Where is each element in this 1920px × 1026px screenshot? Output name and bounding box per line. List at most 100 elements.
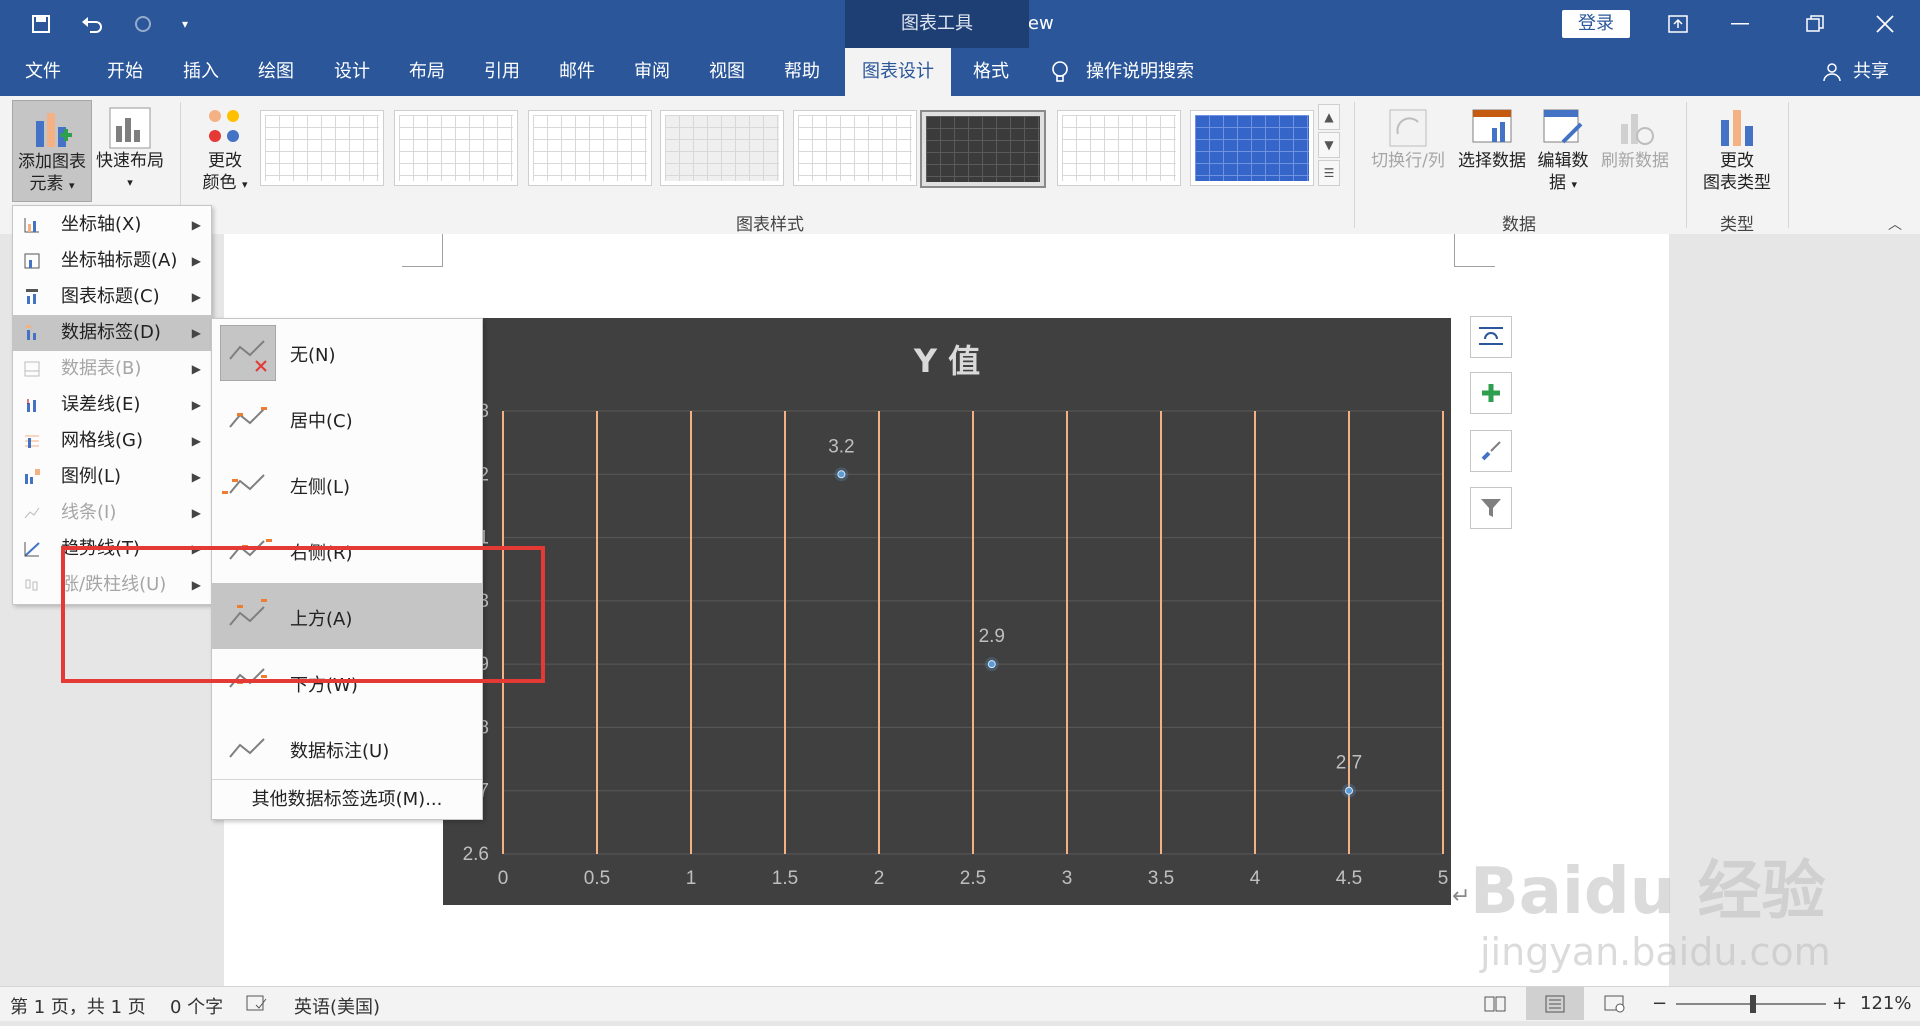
menu-item-data-table[interactable]: 数据表(B) ▶ — [13, 351, 211, 387]
x-tick-label: 4 — [1250, 868, 1261, 889]
menu-item-error-bars[interactable]: 误差线(E) ▶ — [13, 387, 211, 423]
data-point — [837, 470, 846, 479]
refresh-data-button[interactable]: 刷新数据 — [1596, 100, 1674, 200]
data-table-icon — [24, 361, 40, 377]
quick-layout-button[interactable]: 快速布局 ▾ — [94, 100, 166, 200]
language-indicator[interactable]: 英语(美国) — [294, 993, 380, 1019]
zoom-level[interactable]: 121% — [1860, 993, 1911, 1014]
dropdown-caret-icon: ▾ — [1571, 178, 1577, 191]
edit-data-button[interactable]: 编辑数 据 ▾ — [1530, 100, 1596, 200]
collapse-ribbon-icon[interactable]: ︿ — [1888, 214, 1902, 234]
type-group-label: 类型 — [1720, 215, 1754, 235]
labels-center-icon — [229, 407, 267, 428]
restore-icon[interactable] — [1785, 0, 1845, 48]
data-labels-left[interactable]: 左侧(L) — [212, 451, 482, 517]
chart-style-1[interactable] — [260, 110, 384, 186]
chart-title-icon — [26, 289, 38, 304]
change-chart-type-button[interactable]: 更改 图表类型 — [1696, 100, 1778, 200]
zoom-slider-thumb[interactable] — [1750, 995, 1756, 1013]
word-count[interactable]: 0 个字 — [170, 993, 223, 1019]
switch-row-column-button[interactable]: 切换行/列 — [1368, 100, 1448, 200]
menu-item-axes[interactable]: 坐标轴(X) ▶ — [13, 207, 211, 243]
select-data-button[interactable]: 选择数据 — [1454, 100, 1530, 200]
menu-item-axis-titles[interactable]: 坐标轴标题(A) ▶ — [13, 243, 211, 279]
ribbon-separator — [1354, 102, 1355, 228]
refresh-data-icon — [1613, 106, 1657, 150]
data-labels-center[interactable]: 居中(C) — [212, 385, 482, 451]
tab-chart-design[interactable]: 图表设计 — [845, 48, 951, 96]
chart-style-3[interactable] — [528, 110, 652, 186]
login-button[interactable]: 登录 — [1562, 10, 1630, 38]
tab-help[interactable]: 帮助 — [769, 48, 835, 96]
x-tick-label: 1.5 — [772, 868, 798, 889]
submenu-arrow-icon: ▶ — [191, 434, 201, 448]
submenu-arrow-icon: ▶ — [191, 254, 201, 268]
add-chart-element-button[interactable]: 添加图表 元素 ▾ — [12, 100, 92, 202]
chart-style-7[interactable] — [1057, 110, 1181, 186]
print-layout-icon[interactable] — [1526, 987, 1584, 1020]
web-layout-icon[interactable] — [1604, 995, 1626, 1018]
baidu-watermark-url: jingyan.baidu.com — [1480, 930, 1831, 974]
zoom-in-button[interactable]: + — [1832, 993, 1847, 1014]
ribbon-separator — [1788, 102, 1789, 228]
chart-filter-icon[interactable] — [1470, 487, 1512, 529]
chart[interactable]: Y 值 2.62.72.82.933.13.23.300.511.522.533… — [443, 318, 1451, 905]
title-bar: ▾ 文档1 - Word Preview 图表工具 登录 — [0, 0, 1920, 48]
chart-style-5[interactable] — [793, 110, 917, 186]
tab-insert[interactable]: 插入 — [168, 48, 234, 96]
data-labels-none[interactable]: 无(N) — [212, 319, 482, 385]
labels-left-icon — [222, 474, 265, 494]
menu-item-legend[interactable]: 图例(L) ▶ — [13, 459, 211, 495]
chart-styles-group-label: 图表样式 — [736, 215, 804, 235]
more-data-label-options[interactable]: 其他数据标签选项(M)... — [212, 779, 482, 820]
menu-item-chart-title[interactable]: 图表标题(C) ▶ — [13, 279, 211, 315]
layout-options-icon[interactable] — [1470, 316, 1512, 358]
tab-draw[interactable]: 绘图 — [243, 48, 309, 96]
gallery-scroll-up-icon[interactable]: ▲ — [1318, 104, 1340, 130]
status-bar: 第 1 页，共 1 页 0 个字 英语(美国) − + 121% — [0, 986, 1920, 1021]
close-icon[interactable] — [1855, 0, 1915, 48]
tab-review[interactable]: 审阅 — [619, 48, 685, 96]
read-mode-icon[interactable] — [1484, 995, 1506, 1018]
tell-me-search[interactable]: 操作说明搜索 — [1086, 48, 1206, 96]
chart-tools-context-label: 图表工具 — [845, 0, 1029, 48]
minimize-icon[interactable] — [1710, 0, 1770, 48]
gridlines-icon — [25, 435, 39, 448]
ribbon-display-options-icon[interactable] — [1648, 0, 1708, 48]
chart-elements-plus-icon[interactable] — [1470, 372, 1512, 414]
tab-view[interactable]: 视图 — [694, 48, 760, 96]
data-point — [1345, 786, 1353, 795]
chart-style-6-selected[interactable] — [920, 110, 1046, 188]
chart-plot[interactable]: 2.62.72.82.933.13.23.300.511.522.533.544… — [443, 318, 1451, 905]
zoom-out-button[interactable]: − — [1652, 993, 1667, 1014]
data-labels-icon — [26, 325, 36, 340]
tab-references[interactable]: 引用 — [469, 48, 535, 96]
axis-titles-icon — [24, 253, 40, 269]
switch-row-column-icon — [1386, 106, 1430, 150]
chart-style-4[interactable] — [660, 110, 784, 186]
chart-style-2[interactable] — [394, 110, 518, 186]
tab-mailings[interactable]: 邮件 — [544, 48, 610, 96]
share-button[interactable]: 共享 — [1846, 48, 1896, 96]
menu-item-gridlines[interactable]: 网格线(G) ▶ — [13, 423, 211, 459]
submenu-arrow-icon: ▶ — [191, 326, 201, 340]
chart-style-8[interactable] — [1190, 110, 1314, 186]
chart-styles-brush-icon[interactable] — [1470, 430, 1512, 472]
no-labels-icon — [220, 325, 276, 381]
tab-format[interactable]: 格式 — [958, 48, 1024, 96]
tab-home[interactable]: 开始 — [92, 48, 158, 96]
data-label: 3.2 — [828, 436, 854, 457]
tab-file[interactable]: 文件 — [10, 48, 76, 96]
data-labels-callout[interactable]: 数据标注(U) — [212, 715, 482, 781]
menu-item-data-labels[interactable]: 数据标签(D) ▶ — [13, 315, 211, 351]
proofing-icon[interactable] — [246, 995, 268, 1018]
gallery-scroll-down-icon[interactable]: ▼ — [1318, 132, 1340, 158]
select-data-icon — [1470, 106, 1514, 150]
tab-design[interactable]: 设计 — [319, 48, 385, 96]
tab-layout[interactable]: 布局 — [394, 48, 460, 96]
crop-mark — [402, 234, 443, 267]
page-count[interactable]: 第 1 页，共 1 页 — [10, 993, 146, 1019]
menu-item-lines[interactable]: 线条(I) ▶ — [13, 495, 211, 531]
change-colors-button[interactable]: 更改 颜色 ▾ — [190, 100, 260, 200]
gallery-more-icon[interactable]: ☰ — [1318, 160, 1340, 186]
